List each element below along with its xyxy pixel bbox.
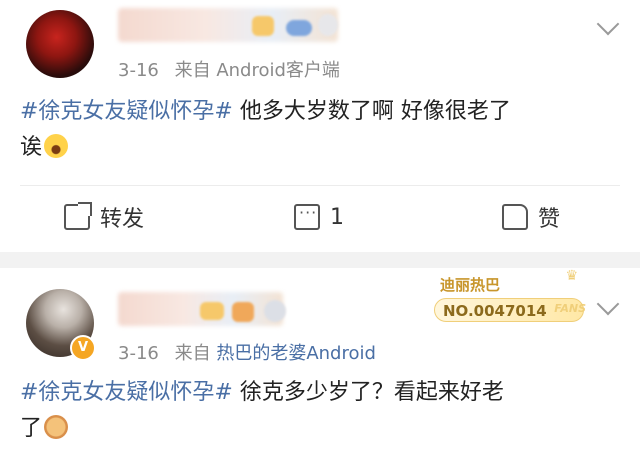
post-meta: 3-16 来自 热巴的老婆Android [118,339,376,365]
post-text-line2: 诶 [20,135,43,160]
thumbs-up-icon [502,204,528,230]
post-text-line2: 了 [20,416,43,441]
hashtag-link[interactable]: #徐克女友疑似怀孕# [20,99,233,124]
post-separator [0,252,640,268]
chevron-down-icon[interactable] [596,292,620,316]
post-text: 他多大岁数了啊 好像很老了 [232,99,511,124]
chevron-down-icon[interactable] [596,12,620,36]
source-prefix: 来自 [174,343,211,364]
post-content: #徐克女友疑似怀孕# 他多大岁数了啊 好像很老了 诶 [20,94,625,166]
share-button[interactable]: 转发 [64,200,144,234]
weibo-post-1: 3-16 来自 Android客户端 #徐克女友疑似怀孕# 他多大岁数了啊 好像… [0,0,640,252]
badge-icon [286,20,312,36]
crown-icon: ♛ [565,268,578,284]
comment-icon [294,203,320,230]
fans-badge[interactable]: ♛ 迪丽热巴 NO.0047014 FANS [430,268,590,328]
source-prefix: 来自 [174,60,211,81]
fans-badge-name: 迪丽热巴 [440,276,501,294]
post-source[interactable]: 热巴的老婆Android [216,343,376,364]
like-button[interactable]: 赞 [502,200,560,234]
like-label: 赞 [538,207,561,232]
hashtag-link[interactable]: #徐克女友疑似怀孕# [20,380,233,405]
post-text: 徐克多少岁了？看起来好老 [232,380,504,405]
user-avatar[interactable] [26,10,94,78]
medal-icon [264,300,286,322]
divider [20,185,620,186]
comment-button[interactable]: 1 [294,200,344,234]
fans-badge-tag: FANS [554,302,586,315]
cute-face-emoji-icon [44,415,69,439]
post-content: #徐克女友疑似怀孕# 徐克多少岁了？看起来好老 了 [20,375,625,447]
shocked-emoji-icon [44,134,69,158]
post-meta: 3-16 来自 Android客户端 [118,56,340,82]
badge-icon [200,302,224,320]
post-source: Android客户端 [216,60,340,81]
comment-count: 1 [330,204,344,230]
post-time: 3-16 [118,343,159,364]
badge-icon [252,16,274,36]
badge-icon [232,302,254,322]
post-time: 3-16 [118,60,159,81]
share-label: 转发 [100,207,145,232]
share-icon [64,204,90,230]
badge-icon [318,14,338,36]
verified-badge: V [70,335,96,361]
